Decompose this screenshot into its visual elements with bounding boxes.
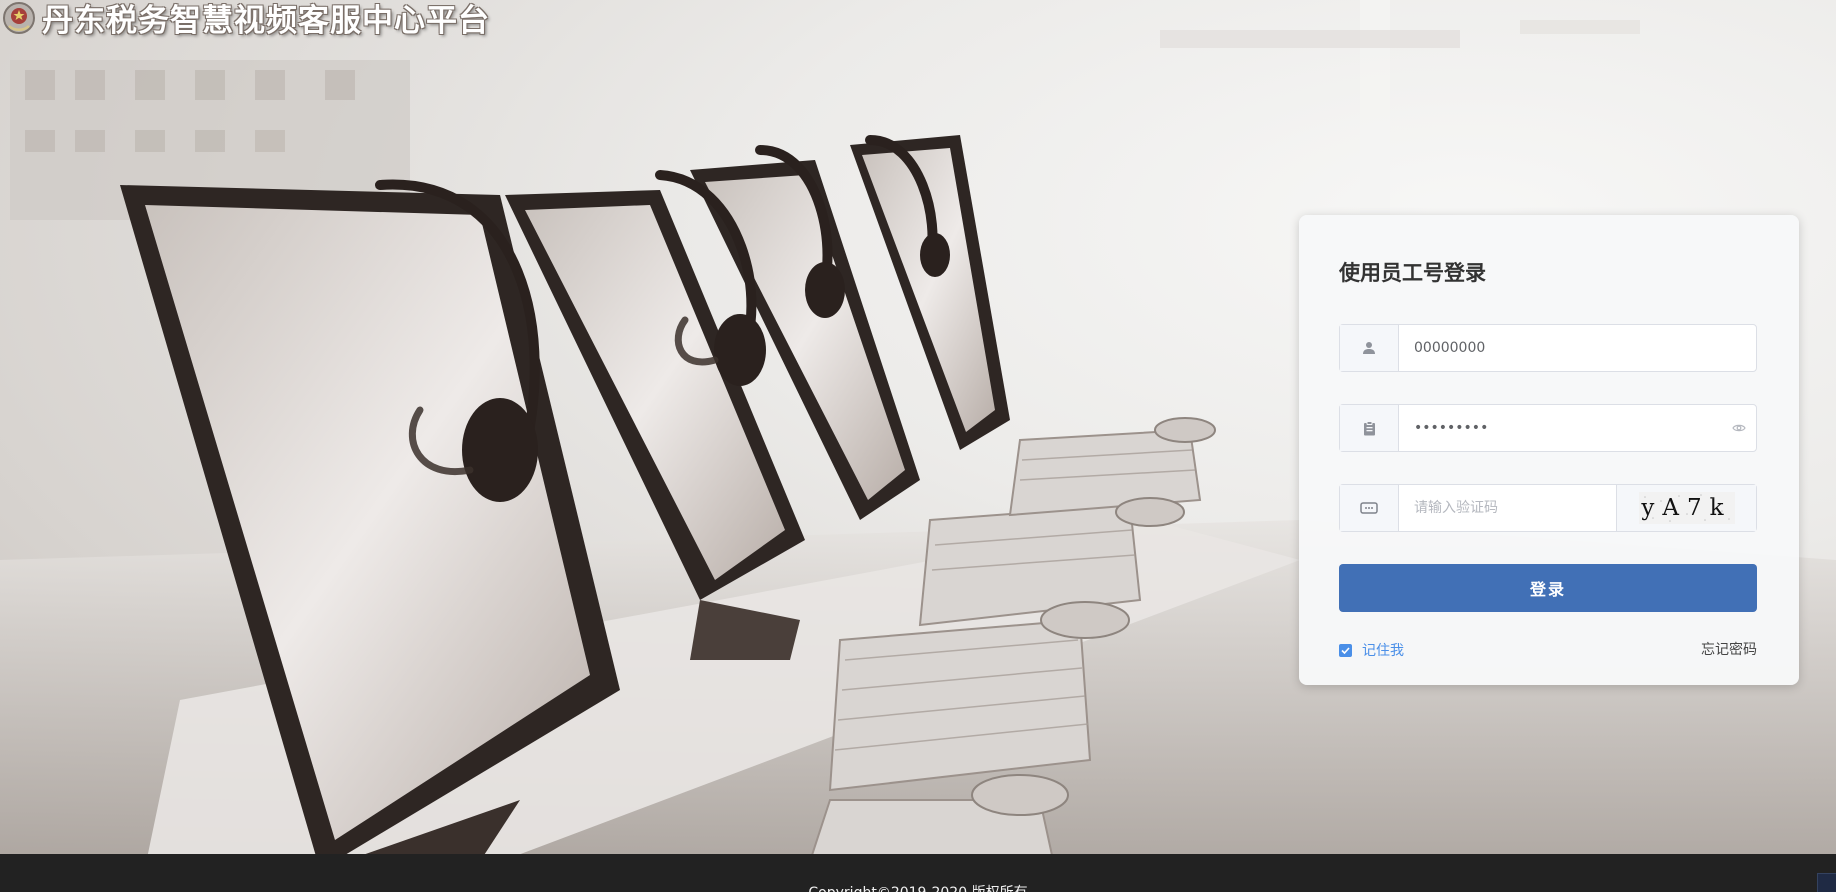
captcha-prefix (1340, 485, 1399, 531)
forgot-password-link[interactable]: 忘记密码 (1701, 639, 1757, 659)
footer: Copyright©2019-2020 版权所有 (0, 854, 1836, 892)
user-icon (1363, 342, 1375, 354)
captcha-input[interactable] (1399, 485, 1616, 531)
username-prefix (1340, 325, 1399, 371)
remember-label: 记住我 (1362, 643, 1404, 659)
keyboard-icon (1360, 502, 1378, 514)
login-title: 使用员工号登录 (1339, 261, 1486, 285)
eye-icon (1732, 424, 1746, 432)
remember-checkbox[interactable] (1339, 643, 1352, 657)
login-card: 使用员工号登录 00000000 ••••••••• 请输入验证码 yA7k 登… (1299, 215, 1799, 685)
password-prefix (1340, 405, 1399, 451)
password-field (1339, 404, 1757, 452)
login-button[interactable]: 登录 (1339, 564, 1757, 612)
copyright-text: Copyright©2019-2020 版权所有 (0, 882, 1836, 892)
captcha-image: yA7k (1638, 492, 1735, 524)
checkmark-icon (1341, 646, 1350, 654)
corner-widget[interactable] (1817, 873, 1836, 892)
clipboard-icon (1363, 420, 1375, 435)
remember-me[interactable]: 记住我 (1339, 640, 1404, 660)
captcha-image-button[interactable]: yA7k (1616, 485, 1756, 531)
site-title: 丹东税务智慧视频客服中心平台 (42, 2, 490, 39)
password-input[interactable] (1399, 405, 1722, 451)
username-field (1339, 324, 1757, 372)
tax-emblem-icon (3, 2, 35, 34)
captcha-text: yA7k (1641, 495, 1732, 521)
site-header: 丹东税务智慧视频客服中心平台 (0, 0, 490, 40)
username-input[interactable] (1399, 325, 1756, 371)
captcha-field: yA7k (1339, 484, 1757, 532)
show-password-toggle[interactable] (1722, 405, 1756, 451)
